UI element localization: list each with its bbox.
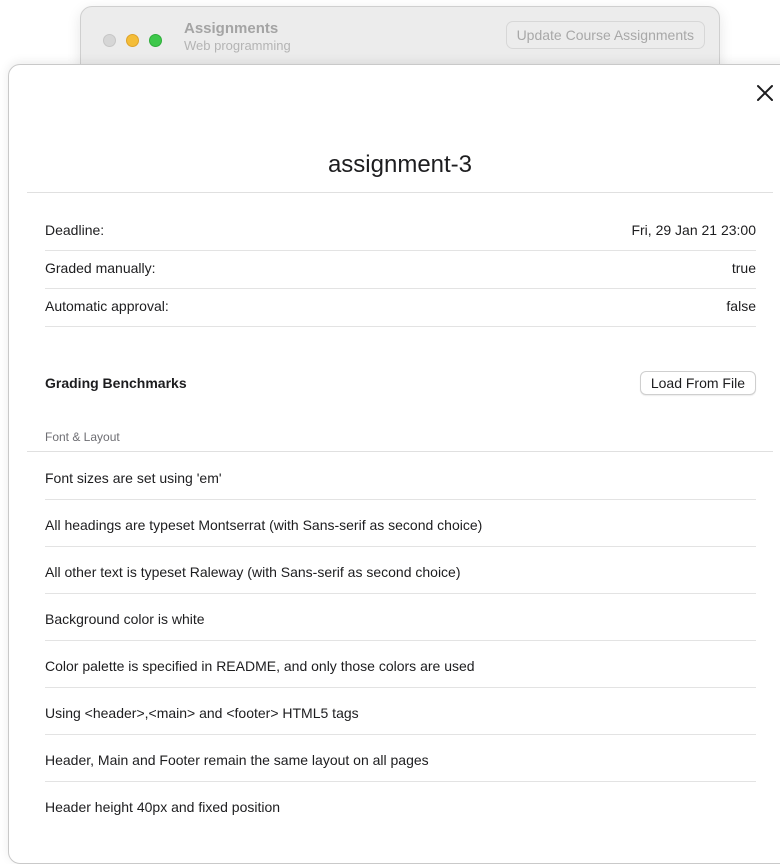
benchmark-item[interactable]: Color palette is specified in README, an… [45, 642, 756, 689]
detail-value: Fri, 29 Jan 21 23:00 [631, 222, 756, 238]
benchmark-item[interactable]: Background color is white [45, 595, 756, 642]
close-sheet-button[interactable] [753, 81, 777, 105]
detail-label: Deadline: [45, 222, 105, 238]
detail-row-automatic-approval: Automatic approval: false [45, 287, 756, 325]
row-divider [45, 687, 756, 688]
benchmark-item[interactable]: Font sizes are set using 'em' [45, 454, 756, 501]
row-divider [45, 326, 756, 327]
assignment-title: assignment-3 [327, 151, 473, 178]
load-from-file-button[interactable]: Load From File [639, 371, 756, 395]
window-zoom-button[interactable] [149, 34, 162, 47]
window-close-button[interactable] [103, 34, 116, 47]
detail-row-deadline: Deadline: Fri, 29 Jan 21 23:00 [45, 211, 756, 249]
detail-value: true [731, 260, 756, 276]
row-divider [45, 734, 756, 735]
assignment-detail-sheet: assignment-3 Deadline: Fri, 29 Jan 21 23… [8, 64, 780, 864]
section-title: Grading Benchmarks [45, 375, 187, 391]
benchmark-item[interactable]: All headings are typeset Montserrat (wit… [45, 501, 756, 548]
row-divider [45, 640, 756, 641]
update-course-assignments-button[interactable]: Update Course Assignments [505, 21, 705, 49]
benchmark-item[interactable]: All other text is typeset Raleway (with … [45, 548, 756, 595]
detail-value: false [726, 298, 756, 314]
grading-benchmarks-header: Grading Benchmarks Load From File [45, 371, 756, 395]
benchmark-item[interactable]: Header height 40px and fixed position [45, 783, 756, 830]
close-icon [757, 85, 773, 101]
row-divider [45, 546, 756, 547]
group-divider [27, 451, 773, 452]
window-title: Assignments [184, 20, 279, 37]
benchmark-group-label: Font & Layout [45, 430, 120, 444]
window-minimize-button[interactable] [126, 34, 139, 47]
row-divider [45, 499, 756, 500]
benchmark-item[interactable]: Header, Main and Footer remain the same … [45, 736, 756, 783]
row-divider [45, 781, 756, 782]
benchmark-item[interactable]: Using <header>,<main> and <footer> HTML5… [45, 689, 756, 736]
window-subtitle: Web programming [184, 38, 291, 53]
detail-row-graded-manually: Graded manually: true [45, 249, 756, 287]
title-divider [27, 192, 773, 193]
detail-label: Graded manually: [45, 260, 156, 276]
row-divider [45, 593, 756, 594]
detail-label: Automatic approval: [45, 298, 169, 314]
